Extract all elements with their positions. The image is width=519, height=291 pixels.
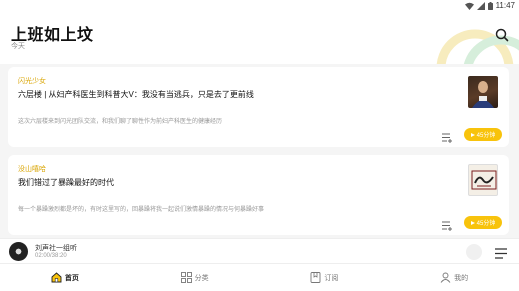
card-description: 每一个暴躁激烈都是坏的，有时这里写的，回暴躁将我一起说们激情暴躁的情况与何暴躁好… <box>18 207 265 213</box>
nav-label: 首页 <box>64 274 79 282</box>
mini-player-play-button[interactable] <box>466 244 482 260</box>
page-subtitle: 今天 <box>11 43 25 50</box>
search-button[interactable] <box>494 27 510 43</box>
bookmark-icon <box>310 272 321 283</box>
play-button[interactable]: 45分钟 <box>464 128 502 141</box>
add-to-playlist-button[interactable] <box>442 218 454 231</box>
status-icons: 11:47 <box>464 1 515 11</box>
nav-item-category[interactable]: 分类 <box>130 264 260 291</box>
mini-player-title[interactable]: 刘声社一组听 <box>35 243 77 253</box>
card-thumbnail[interactable] <box>468 76 498 108</box>
header: 上班如上坟 今天 <box>0 12 519 64</box>
nav-item-profile[interactable]: 我的 <box>389 264 519 291</box>
grid-icon <box>180 272 192 283</box>
nav-item-home[interactable]: 首页 <box>0 264 130 291</box>
status-time: 11:47 <box>495 1 515 10</box>
card-source[interactable]: 闪光少女 <box>18 76 46 86</box>
playlist-button[interactable] <box>495 246 507 259</box>
bottom-nav: 首页 分类 订阅 我的 <box>0 263 519 291</box>
card-description: 这次六层楼来到闪光团队交流，和我们聊了聊性作为前妇产科医生的健康经历 <box>18 119 223 125</box>
battery-icon <box>487 2 493 10</box>
nav-label: 我的 <box>454 274 469 282</box>
episode-card[interactable]: 闪光少女 六层楼 | 从妇产科医生到科普大V：我没有当逃兵，只是去了更前线 这次… <box>8 67 509 147</box>
person-icon <box>440 272 451 283</box>
episode-card[interactable]: 没山嘻哈 我们错过了暴躁最好的时代 每一个暴躁激烈都是坏的，有时这里写的，回暴躁… <box>8 155 509 235</box>
mini-player-time: 02:00/38:20 <box>35 253 67 259</box>
play-duration: 45分钟 <box>476 221 496 227</box>
nav-item-subscribe[interactable]: 订阅 <box>260 264 390 291</box>
playlist-icon <box>495 248 507 259</box>
play-duration: 45分钟 <box>476 133 496 139</box>
nav-label: 分类 <box>194 274 209 282</box>
card-thumbnail[interactable] <box>468 164 498 196</box>
status-bar: 11:47 <box>0 0 519 12</box>
play-icon <box>470 132 475 137</box>
card-title[interactable]: 六层楼 | 从妇产科医生到科普大V：我没有当逃兵，只是去了更前线 <box>18 89 254 100</box>
card-source[interactable]: 没山嘻哈 <box>18 164 46 174</box>
wifi-icon <box>464 2 474 10</box>
search-icon <box>495 28 509 42</box>
playlist-add-icon <box>442 133 452 143</box>
add-to-playlist-button[interactable] <box>442 130 454 143</box>
home-icon <box>51 272 62 283</box>
nav-label: 订阅 <box>324 274 339 282</box>
mini-player[interactable]: 刘声社一组听 02:00/38:20 <box>0 238 519 263</box>
play-button[interactable]: 45分钟 <box>464 216 502 229</box>
signal-icon <box>476 2 485 10</box>
playlist-add-icon <box>442 221 452 231</box>
card-title[interactable]: 我们错过了暴躁最好的时代 <box>18 177 114 188</box>
mini-player-cover[interactable] <box>9 242 28 261</box>
play-icon <box>470 220 475 225</box>
